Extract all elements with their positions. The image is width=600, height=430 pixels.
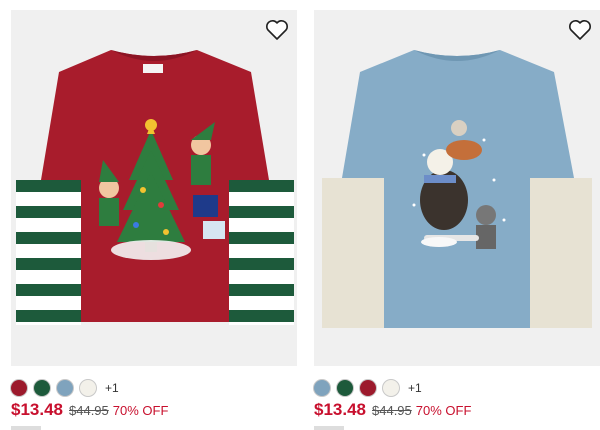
color-swatch-blue[interactable] <box>314 380 330 396</box>
color-swatch-blue[interactable] <box>57 380 73 396</box>
discount-badge: 70% OFF <box>112 403 169 418</box>
product-image[interactable] <box>314 10 600 366</box>
favorite-button[interactable] <box>560 10 600 50</box>
heart-outline-icon <box>569 20 591 40</box>
blue-animal-tee-illustration <box>322 50 592 328</box>
product-card[interactable]: +1 $13.48 $44.95 70% OFF <box>314 0 600 430</box>
sale-price: $13.48 <box>314 400 366 419</box>
color-swatch-red[interactable] <box>11 380 27 396</box>
next-line-placeholder <box>11 426 41 430</box>
product-image[interactable] <box>11 10 297 366</box>
discount-badge: 70% OFF <box>415 403 472 418</box>
color-swatch-cream[interactable] <box>383 380 399 396</box>
color-swatches: +1 <box>11 378 119 398</box>
original-price: $44.95 <box>372 403 412 418</box>
favorite-button[interactable] <box>257 10 297 50</box>
color-swatches: +1 <box>314 378 422 398</box>
red-elf-tee-illustration <box>16 50 294 325</box>
price-row: $13.48 $44.95 70% OFF <box>314 400 471 420</box>
color-swatch-cream[interactable] <box>80 380 96 396</box>
color-swatch-green[interactable] <box>34 380 50 396</box>
color-swatch-red[interactable] <box>360 380 376 396</box>
product-card[interactable]: +1 $13.48 $44.95 70% OFF <box>11 0 297 430</box>
more-colors-count[interactable]: +1 <box>105 381 119 395</box>
more-colors-count[interactable]: +1 <box>408 381 422 395</box>
original-price: $44.95 <box>69 403 109 418</box>
next-line-placeholder <box>314 426 344 430</box>
price-row: $13.48 $44.95 70% OFF <box>11 400 168 420</box>
sale-price: $13.48 <box>11 400 63 419</box>
heart-outline-icon <box>266 20 288 40</box>
color-swatch-green[interactable] <box>337 380 353 396</box>
